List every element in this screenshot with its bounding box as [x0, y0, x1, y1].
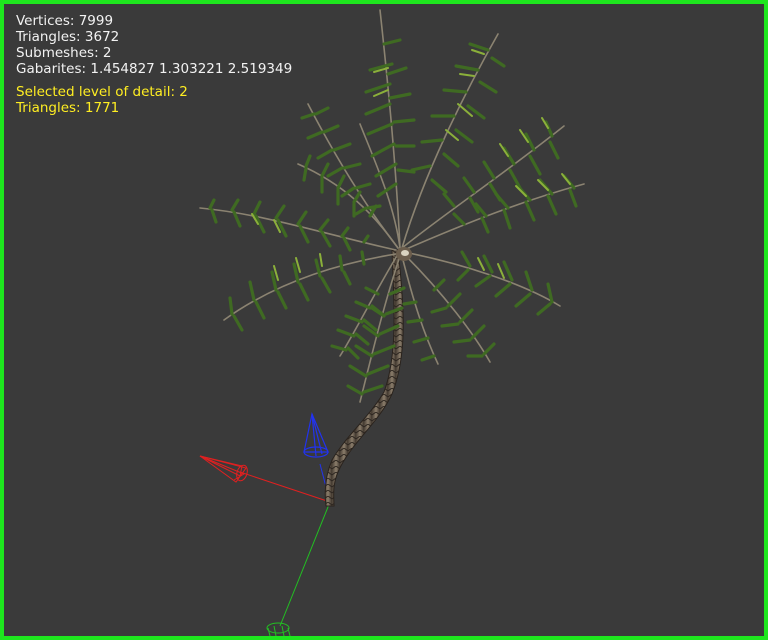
stats-spacer: [16, 77, 292, 84]
palm-crown-highlight: [401, 250, 409, 256]
lod-triangles: Triangles: 1771: [16, 100, 120, 116]
gabarites-stat: Gabarites: 1.454827 1.303221 2.519349: [16, 61, 293, 77]
palm-trunk: [324, 249, 404, 507]
x-axis-cone-icon: [199, 455, 248, 483]
axis-gizmo-icon[interactable]: [199, 411, 331, 636]
mesh-stats-overlay: Vertices: 7999 Triangles: 3672 Submeshes…: [16, 13, 292, 116]
vertices-stat: Vertices: 7999: [16, 13, 114, 29]
submeshes-stat: Submeshes: 2: [16, 45, 112, 61]
z-axis-cone-icon: [303, 411, 329, 458]
lod-selected: Selected level of detail: 2: [16, 84, 188, 100]
3d-viewport[interactable]: Vertices: 7999 Triangles: 3672 Submeshes…: [0, 0, 768, 640]
y-axis-cone-icon: [266, 622, 291, 636]
triangles-stat: Triangles: 3672: [16, 29, 120, 45]
